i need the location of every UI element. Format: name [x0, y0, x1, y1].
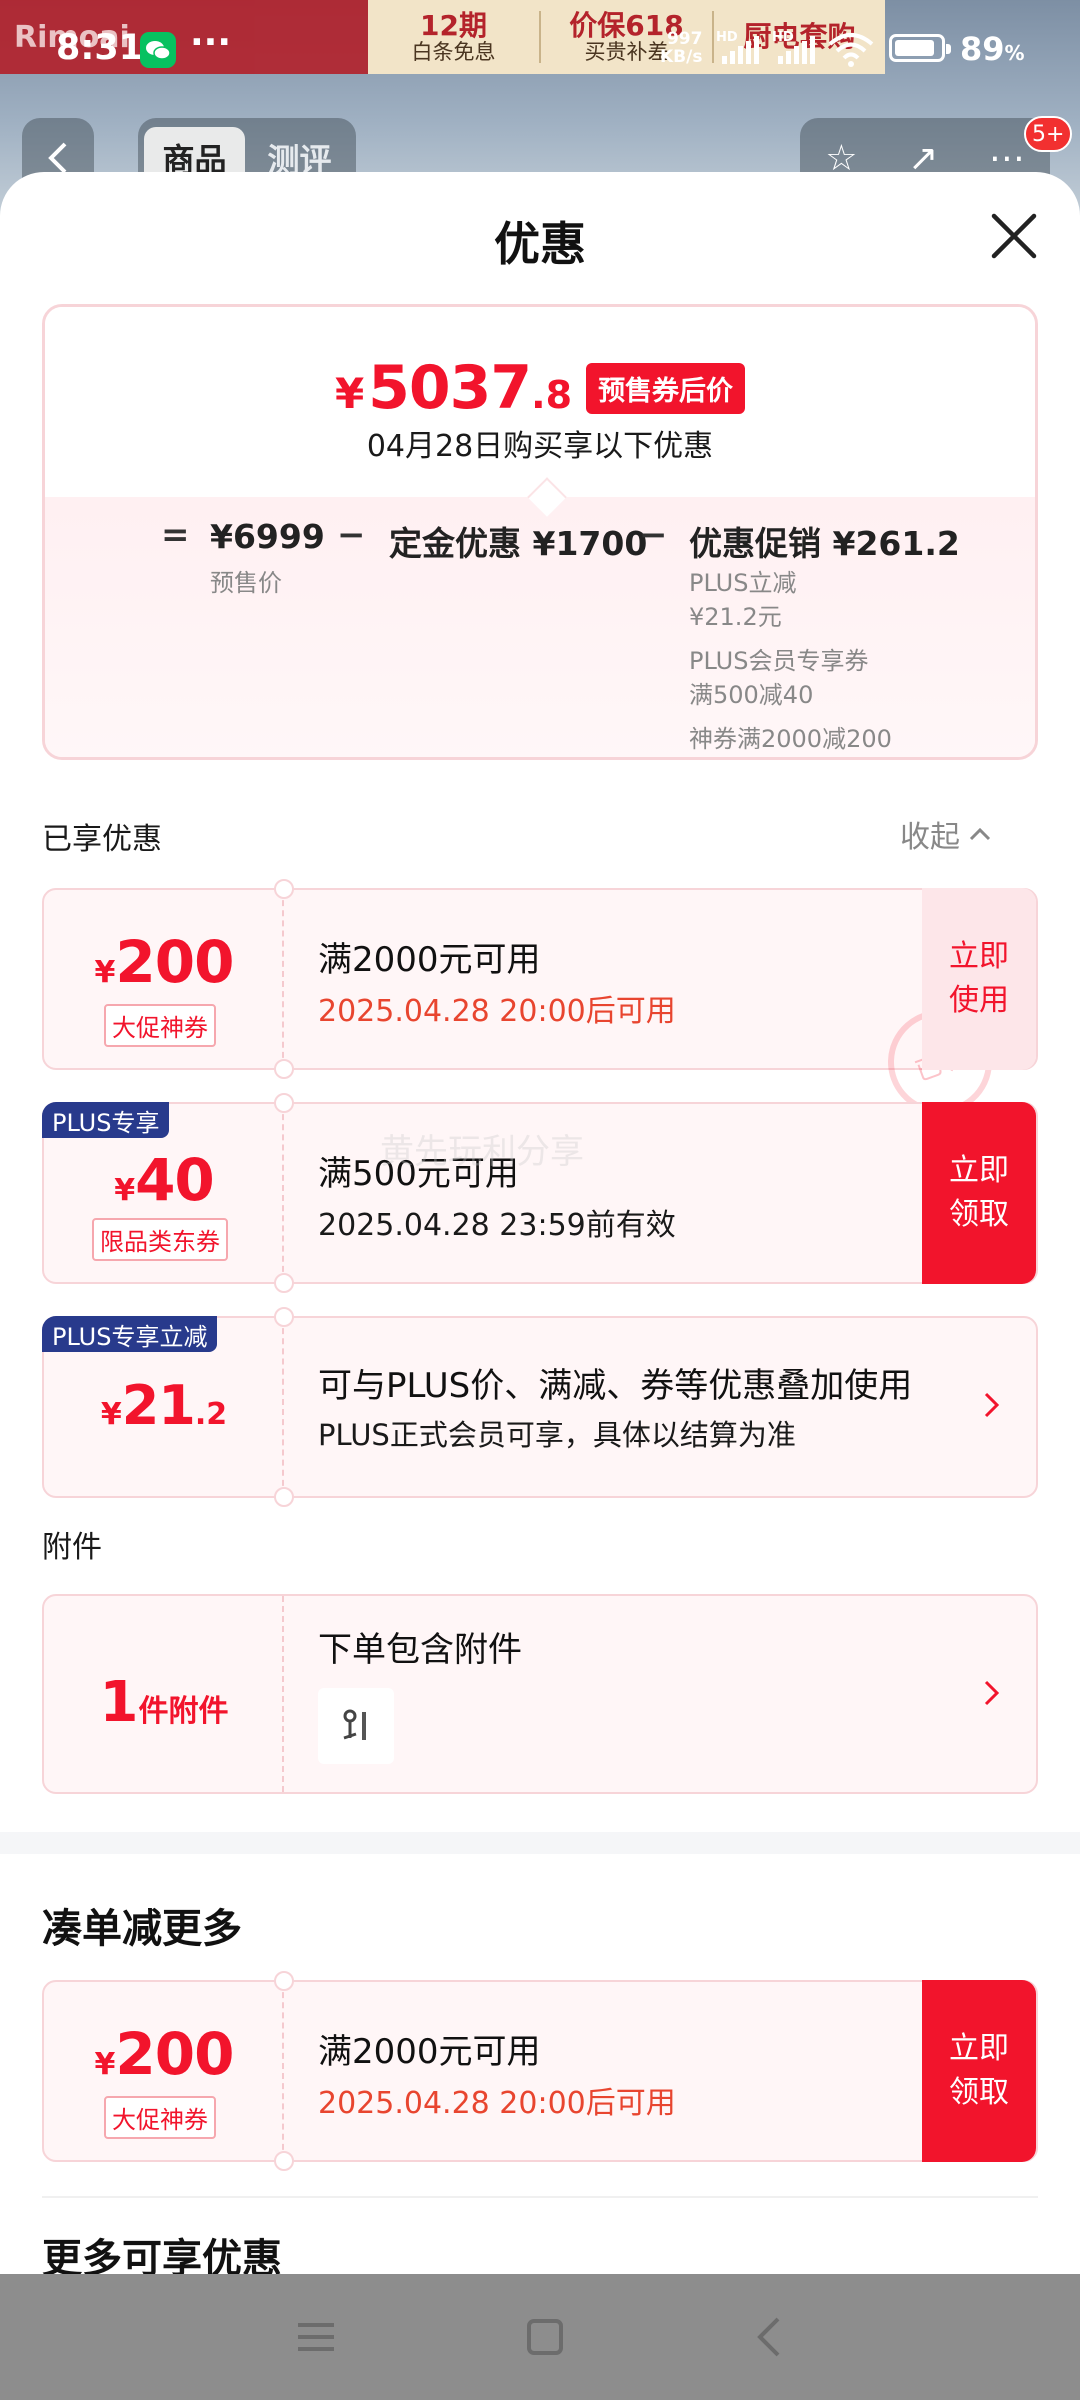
- sheet-title: 优惠: [494, 217, 586, 271]
- combine-heading: 凑单减更多: [42, 1906, 242, 1952]
- coupon-amount: ¥200: [94, 2020, 235, 2088]
- status-time: 8:31: [56, 28, 144, 68]
- presale-tag: 预售券后价: [586, 363, 746, 414]
- menu-icon[interactable]: [294, 2317, 338, 2357]
- deposit-discount: 定金优惠 ¥1700: [389, 524, 648, 563]
- network-speed: 997 KB/s: [660, 29, 703, 67]
- claim-button[interactable]: 立即领取: [922, 1102, 1036, 1284]
- coupon-type: 大促神券: [104, 2096, 216, 2139]
- final-price: ¥ 5037 .8 预售券后价: [45, 353, 1035, 423]
- back-nav-icon[interactable]: [752, 2315, 786, 2359]
- watermark: 黄先玩利分享: [380, 1132, 584, 1172]
- chevron-up-icon: [969, 827, 991, 841]
- home-icon[interactable]: [525, 2317, 565, 2357]
- promo-discount: 优惠促销 ¥261.2: [689, 524, 960, 563]
- plus-tag: PLUS专享: [42, 1102, 170, 1138]
- promo-detail: 神券满2000减200: [689, 725, 892, 753]
- claim-button[interactable]: 立即领取: [922, 1980, 1036, 2162]
- promo-detail: ¥21.2元: [689, 603, 782, 631]
- signal-icon: [722, 36, 759, 64]
- base-price-label: 预售价: [210, 569, 282, 597]
- chevron-right-icon: [984, 1680, 1000, 1706]
- battery-icon: [889, 34, 951, 62]
- attachment-card[interactable]: 1件附件 下单包含附件: [42, 1594, 1038, 1794]
- coupon-date: 2025.04.28 23:59前有效: [318, 1208, 676, 1243]
- base-price: ¥6999: [210, 517, 325, 556]
- coupon-date: 2025.04.28 20:00后可用: [318, 994, 676, 1029]
- coupon-condition: 满2000元可用: [318, 940, 541, 980]
- promo-detail: 满500减40: [689, 681, 814, 709]
- coupon-card: ¥200 大促神券 满2000元可用 2025.04.28 20:00后可用 立…: [42, 1971, 1038, 2171]
- wechat-icon: [140, 32, 176, 68]
- coupon-type: 限品类东券: [92, 1218, 228, 1261]
- collapse-button[interactable]: 收起: [900, 812, 992, 856]
- attachment-section-label: 附件: [42, 1530, 102, 1565]
- status-bar: 8:31 ··· 997 KB/s HD HD 89%: [0, 0, 1080, 100]
- use-now-button[interactable]: 立即使用: [922, 888, 1036, 1070]
- signal-icon: [778, 36, 815, 64]
- coupon-condition: 可与PLUS价、满减、券等优惠叠加使用: [318, 1366, 913, 1406]
- coupon-card: ¥200 大促神券 满2000元可用 2025.04.28 20:00后可用 已…: [42, 879, 1038, 1129]
- more-offers-heading: 更多可享优惠: [42, 2236, 282, 2274]
- enjoyed-offers-label: 已享优惠: [42, 822, 162, 857]
- discount-sheet: 优惠 = ¥6999 预售价 − 定金优惠 ¥1700 − 优惠促销 ¥261.…: [0, 172, 1080, 2274]
- coupon-amount: ¥21.2: [100, 1374, 228, 1437]
- promo-detail: PLUS立减: [689, 569, 797, 597]
- more-dots-icon: ···: [190, 22, 232, 63]
- close-icon[interactable]: [984, 206, 1044, 266]
- coupon-date: 2025.04.28 20:00后可用: [318, 2086, 676, 2121]
- wifi-icon: [828, 33, 874, 67]
- plus-discount-card[interactable]: PLUS专享立减 ¥21.2 可与PLUS价、满减、券等优惠叠加使用 PLUS正…: [42, 1307, 1038, 1507]
- purchase-date-note: 04月28日购买享以下优惠: [366, 429, 714, 464]
- battery-percent: 89%: [960, 30, 1025, 68]
- coupon-condition: 满2000元可用: [318, 2032, 541, 2072]
- promo-detail: PLUS会员专享券: [689, 647, 869, 675]
- coupon-amount: ¥40: [114, 1146, 215, 1214]
- cart-badge: 5+: [1024, 116, 1073, 152]
- price-summary-card: = ¥6999 预售价 − 定金优惠 ¥1700 − 优惠促销 ¥261.2 P…: [42, 304, 1038, 760]
- attachment-count: 1件附件: [99, 1670, 229, 1735]
- chevron-right-icon: [984, 1392, 1000, 1418]
- price-breakdown: = ¥6999 预售价 − 定金优惠 ¥1700 − 优惠促销 ¥261.2 P…: [161, 515, 960, 753]
- plus-tag: PLUS专享立减: [42, 1316, 218, 1352]
- attachment-title: 下单包含附件: [318, 1630, 522, 1670]
- coupon-amount: ¥200: [94, 928, 235, 996]
- coupon-type: 大促神券: [104, 1004, 216, 1047]
- coupon-note: PLUS正式会员可享，具体以结算为准: [318, 1418, 796, 1452]
- system-nav-bar: [0, 2274, 1080, 2400]
- attachment-thumbnail: [318, 1688, 394, 1764]
